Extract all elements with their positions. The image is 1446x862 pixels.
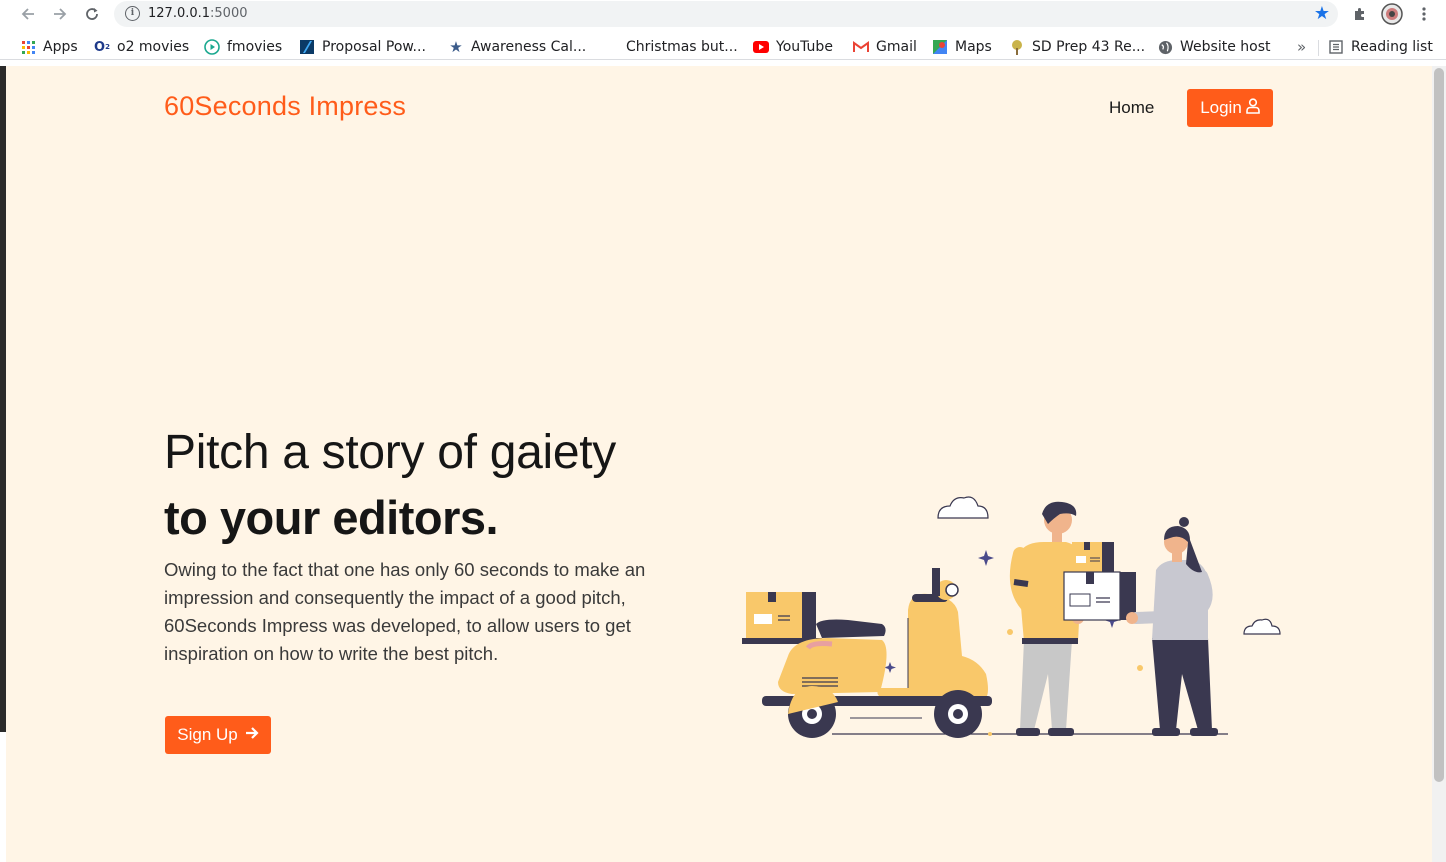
gmail-icon — [853, 39, 869, 55]
reading-list-button[interactable]: Reading list — [1328, 37, 1433, 57]
arrow-right-icon — [245, 725, 259, 745]
site-info-icon[interactable]: i — [125, 6, 140, 21]
bookmark-label: Christmas but... — [626, 39, 738, 55]
hero-title: Pitch a story of gaiety — [164, 426, 616, 479]
menu-kebab-icon[interactable] — [1415, 4, 1433, 24]
bookmark-label: Maps — [955, 39, 992, 55]
maps-icon — [932, 39, 948, 55]
bookmark-label: Apps — [43, 39, 78, 55]
bookmark-website-host[interactable]: Website host — [1157, 37, 1270, 57]
forward-arrow-icon[interactable] — [49, 4, 71, 24]
reload-icon[interactable] — [81, 4, 103, 24]
address-bar[interactable]: i 127.0.0.1:5000 ★ — [114, 1, 1338, 27]
reading-list-label: Reading list — [1351, 39, 1433, 55]
scrollbar-thumb[interactable] — [1434, 68, 1444, 782]
delivery-illustration — [742, 496, 1281, 738]
page-viewport: 60Seconds Impress Home Login Pitch a sto… — [6, 66, 1432, 862]
globe-icon — [1157, 39, 1173, 55]
page-scrollbar[interactable] — [1432, 66, 1446, 862]
o2-icon: O2 — [94, 39, 110, 55]
dot — [1007, 629, 1013, 635]
browser-toolbar: i 127.0.0.1:5000 ★ — [0, 0, 1446, 29]
bookmark-label: SD Prep 43 Re... — [1032, 39, 1146, 55]
apps-grid-icon — [20, 39, 36, 55]
bookmark-fmovies[interactable]: fmovies — [204, 37, 282, 57]
bookmark-o2-movies[interactable]: O2 o2 movies — [94, 37, 189, 57]
hero-title-emphasis: to your editors. — [164, 491, 499, 544]
sparkle-icon — [978, 550, 994, 566]
bookmark-label: Gmail — [876, 39, 917, 55]
bookmark-label: Proposal Pow... — [322, 39, 426, 55]
signup-button[interactable]: Sign Up — [165, 716, 271, 754]
url-port: :5000 — [210, 6, 248, 21]
bookmark-christmas[interactable]: Christmas but... — [626, 37, 738, 57]
bookmark-awareness[interactable]: ★ Awareness Cal... — [448, 37, 586, 57]
cloud-icon — [937, 496, 989, 519]
url-text: 127.0.0.1:5000 — [148, 6, 248, 21]
cloud-icon — [1243, 618, 1281, 635]
hero-description: Owing to the fact that one has only 60 s… — [164, 559, 646, 664]
bookmark-label: Website host — [1180, 39, 1271, 55]
brand-logo[interactable]: 60Seconds Impress — [164, 91, 406, 122]
profile-avatar[interactable] — [1380, 3, 1404, 25]
login-button[interactable]: Login — [1187, 89, 1273, 127]
bookmarks-divider — [1318, 40, 1319, 56]
dot — [1137, 665, 1143, 671]
youtube-icon — [753, 39, 769, 55]
back-arrow-icon[interactable] — [17, 4, 39, 24]
url-host: 127.0.0.1 — [148, 6, 211, 21]
dot — [988, 732, 992, 736]
bookmarks-overflow-button[interactable]: » — [1297, 37, 1306, 57]
bookmarks-bar: Apps O2 o2 movies fmovies Proposal Pow..… — [0, 33, 1446, 60]
package-boxes — [1063, 542, 1136, 621]
bookmark-apps[interactable]: Apps — [20, 37, 78, 57]
tree-icon — [1009, 39, 1025, 55]
bookmark-maps[interactable]: Maps — [932, 37, 992, 57]
extensions-puzzle-icon[interactable] — [1350, 4, 1370, 24]
nav-home-link[interactable]: Home — [1109, 98, 1154, 118]
reading-list-icon — [1328, 39, 1344, 55]
star-icon: ★ — [449, 38, 463, 56]
signup-label: Sign Up — [177, 725, 238, 744]
bookmark-star-icon[interactable]: ★ — [1314, 3, 1330, 24]
bookmark-label: o2 movies — [117, 39, 190, 55]
bookmark-sd-prep[interactable]: SD Prep 43 Re... — [1009, 37, 1145, 57]
proposal-icon — [299, 39, 315, 55]
user-icon — [1245, 97, 1260, 119]
login-label: Login — [1200, 98, 1242, 117]
overflow-chevron-icon: » — [1297, 38, 1307, 56]
bookmark-label: YouTube — [776, 39, 833, 55]
bookmark-label: fmovies — [227, 39, 283, 55]
bookmark-proposal[interactable]: Proposal Pow... — [299, 37, 426, 57]
bookmark-label: Awareness Cal... — [471, 39, 587, 55]
scooter — [742, 568, 992, 738]
receiving-woman — [1126, 517, 1218, 736]
play-circle-icon — [204, 39, 220, 55]
bookmark-gmail[interactable]: Gmail — [853, 37, 917, 57]
bookmark-youtube[interactable]: YouTube — [753, 37, 833, 57]
